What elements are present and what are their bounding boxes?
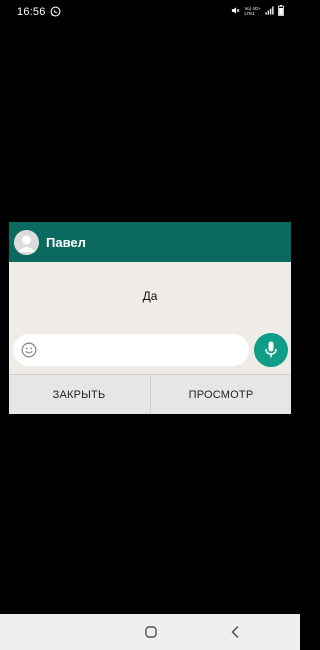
network-top-label: Vo) 4G+ [244,5,261,11]
home-icon[interactable] [145,626,157,638]
network-indicator: Vo) 4G+ LTE1 [244,6,261,16]
mic-button[interactable] [254,333,288,367]
mic-icon [265,341,277,358]
quick-reply-popup: Павел Да ЗАКРЫТЬ ПРОСМОТР [9,222,291,414]
whatsapp-icon [50,6,61,17]
mute-icon [232,7,240,14]
status-indicators: Vo) 4G+ LTE1 [231,5,284,16]
avatar[interactable] [14,230,39,255]
navigation-bar [0,614,300,650]
view-button[interactable]: ПРОСМОТР [150,375,291,414]
contact-name: Павел [46,235,86,250]
message-text: Да [142,289,158,303]
battery-icon [278,5,284,16]
network-bottom-label: LTE1 [244,10,255,16]
close-button[interactable]: ЗАКРЫТЬ [9,375,149,414]
popup-header: Павел [9,222,291,262]
signal-icon [265,6,274,15]
popup-actions: ЗАКРЫТЬ ПРОСМОТР [9,374,291,414]
contact-placeholder-icon [14,230,39,255]
emoji-icon[interactable] [21,342,37,358]
message-composer [13,334,249,366]
message-input[interactable] [45,340,245,362]
back-icon[interactable] [230,625,240,639]
status-time: 16:56 [17,6,46,18]
status-bar: 16:56 Vo) 4G+ LTE1 [0,0,300,24]
